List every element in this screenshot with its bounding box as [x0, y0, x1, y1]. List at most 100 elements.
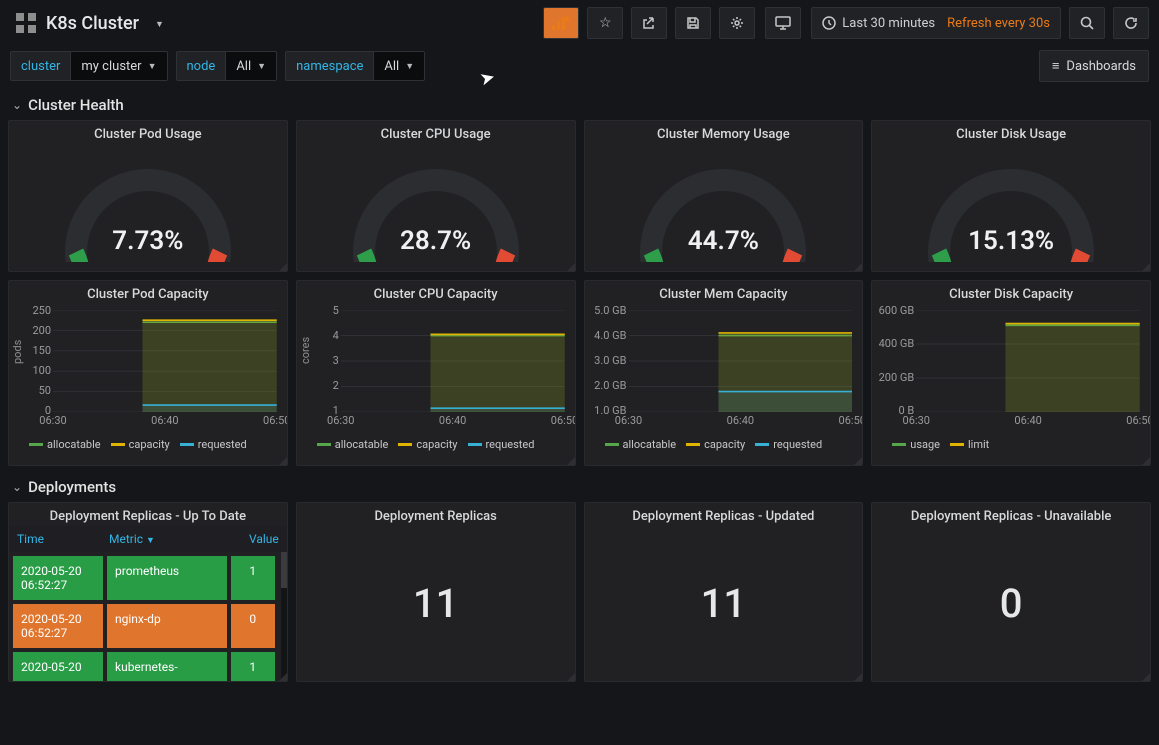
panel-title: Cluster CPU Capacity [297, 281, 575, 304]
var-cluster-select[interactable]: my cluster [70, 51, 167, 81]
col-time[interactable]: Time [9, 526, 101, 552]
var-namespace-select[interactable]: All [373, 51, 425, 81]
panel-title: Deployment Replicas - Updated [585, 503, 863, 526]
chart-plot: 06:3006:4006:50 [629, 310, 853, 412]
gauge-chart: 44.7% [585, 144, 863, 262]
chart-plot: 06:3006:4006:50 [916, 310, 1140, 412]
singlestat-value: 11 [701, 580, 746, 627]
dashboards-links-label: Dashboards [1066, 59, 1136, 74]
var-node-select[interactable]: All [225, 51, 277, 81]
legend-item[interactable]: capacity [686, 438, 745, 451]
panel-title: Deployment Replicas - Up To Date [9, 503, 287, 526]
panel-resize-handle[interactable] [1142, 673, 1150, 681]
legend-item[interactable]: requested [755, 438, 822, 451]
add-panel-button[interactable] [543, 7, 579, 39]
cell-value: 1 [231, 652, 275, 681]
panel-resize-handle[interactable] [854, 263, 862, 271]
panel-resize-handle[interactable] [279, 263, 287, 271]
gauge-value: 15.13% [872, 226, 1150, 256]
legend-item[interactable]: allocatable [605, 438, 677, 451]
star-button[interactable]: ☆ [587, 7, 623, 39]
auto-refresh-label: Refresh every 30s [947, 16, 1050, 31]
table-row[interactable]: 2020-05-20 06:52:27 nginx-dp 0 [13, 604, 275, 648]
dashboard-title-dropdown[interactable]: K8s Cluster [10, 13, 170, 34]
legend-item[interactable]: limit [950, 438, 989, 451]
cell-time: 2020-05-20 [13, 652, 103, 681]
panel-resize-handle[interactable] [567, 457, 575, 465]
panel-deployment-replicas-unavailable[interactable]: Deployment Replicas - Unavailable 0 [871, 502, 1151, 682]
settings-button[interactable] [719, 7, 755, 39]
row-deployments-title: Deployments [28, 478, 116, 496]
table-row[interactable]: 2020-05-20 06:52:27 prometheus 1 [13, 556, 275, 600]
panel-timeseries[interactable]: Cluster Disk Capacity 0 B200 GB400 GB600… [871, 280, 1151, 466]
panel-gauge[interactable]: Cluster Disk Usage 15.13% [871, 120, 1151, 272]
panel-title: Cluster Mem Capacity [585, 281, 863, 304]
table-scrollbar[interactable] [281, 552, 287, 681]
gauge-value: 7.73% [9, 226, 287, 256]
cell-time: 2020-05-20 06:52:27 [13, 556, 103, 600]
caret-down-icon [149, 16, 164, 31]
panel-deployment-replicas[interactable]: Deployment Replicas 11 [296, 502, 576, 682]
singlestat-value: 0 [1000, 580, 1023, 627]
panel-gauge[interactable]: Cluster Memory Usage 44.7% [584, 120, 864, 272]
dashboards-links-button[interactable]: ≡ Dashboards [1039, 50, 1149, 82]
row-cluster-health-title: Cluster Health [28, 96, 124, 114]
save-button[interactable] [675, 7, 711, 39]
panel-resize-handle[interactable] [854, 673, 862, 681]
col-value[interactable]: Value [237, 526, 287, 552]
panel-gauge[interactable]: Cluster CPU Usage 28.7% [296, 120, 576, 272]
gauge-chart: 28.7% [297, 144, 575, 262]
panel-gauge[interactable]: Cluster Pod Usage 7.73% [8, 120, 288, 272]
panel-resize-handle[interactable] [854, 457, 862, 465]
legend-item[interactable]: requested [468, 438, 535, 451]
panel-resize-handle[interactable] [567, 673, 575, 681]
cell-metric: kubernetes- [107, 652, 227, 681]
view-mode-button[interactable] [765, 7, 801, 39]
share-button[interactable] [631, 7, 667, 39]
legend-item[interactable]: allocatable [29, 438, 101, 451]
legend-item[interactable]: capacity [398, 438, 457, 451]
panel-resize-handle[interactable] [279, 457, 287, 465]
legend-item[interactable]: allocatable [317, 438, 389, 451]
table-row[interactable]: 2020-05-20 kubernetes- 1 [13, 652, 275, 681]
panel-title: Cluster Disk Capacity [872, 281, 1150, 304]
panel-title: Deployment Replicas - Unavailable [872, 503, 1150, 526]
chevron-down-icon: ⌄ [12, 480, 22, 494]
singlestat-value: 11 [413, 580, 458, 627]
chart-legend: allocatable capacity requested [585, 434, 863, 457]
row-deployments-toggle[interactable]: ⌄ Deployments [0, 472, 1159, 502]
panel-deployment-replicas-uptodate[interactable]: Deployment Replicas - Up To Date Time Me… [8, 502, 288, 682]
panel-deployment-replicas-updated[interactable]: Deployment Replicas - Updated 11 [584, 502, 864, 682]
gauge-chart: 7.73% [9, 144, 287, 262]
legend-item[interactable]: requested [180, 438, 247, 451]
panel-title: Cluster Pod Usage [9, 121, 287, 144]
panel-resize-handle[interactable] [279, 673, 287, 681]
legend-item[interactable]: capacity [111, 438, 170, 451]
var-node-label: node [176, 51, 226, 81]
chevron-down-icon: ⌄ [12, 98, 22, 112]
panel-resize-handle[interactable] [1142, 457, 1150, 465]
col-metric[interactable]: Metric ▼ [101, 526, 237, 552]
cell-value: 0 [231, 604, 275, 648]
panel-timeseries[interactable]: Cluster CPU Capacity cores 12345 06:3006… [296, 280, 576, 466]
var-namespace-label: namespace [285, 51, 373, 81]
zoom-out-button[interactable] [1069, 7, 1105, 39]
cell-value: 1 [231, 556, 275, 600]
panel-timeseries[interactable]: Cluster Mem Capacity 1.0 GB2.0 GB3.0 GB4… [584, 280, 864, 466]
panel-timeseries[interactable]: Cluster Pod Capacity pods 05010015020025… [8, 280, 288, 466]
refresh-button[interactable] [1113, 7, 1149, 39]
panel-title: Cluster Pod Capacity [9, 281, 287, 304]
panel-resize-handle[interactable] [567, 263, 575, 271]
legend-item[interactable]: usage [892, 438, 940, 451]
chart-legend: allocatable capacity requested [297, 434, 575, 457]
gauge-chart: 15.13% [872, 144, 1150, 262]
gauge-value: 44.7% [585, 226, 863, 256]
gauge-value: 28.7% [297, 226, 575, 256]
cell-metric: prometheus [107, 556, 227, 600]
time-range-picker[interactable]: Last 30 minutes Refresh every 30s [811, 7, 1061, 39]
panel-resize-handle[interactable] [1142, 263, 1150, 271]
table-header: Time Metric ▼ Value [9, 526, 287, 552]
chart-plot: 06:3006:4006:50 [53, 310, 277, 412]
cell-time: 2020-05-20 06:52:27 [13, 604, 103, 648]
row-cluster-health-toggle[interactable]: ⌄ Cluster Health [0, 90, 1159, 120]
